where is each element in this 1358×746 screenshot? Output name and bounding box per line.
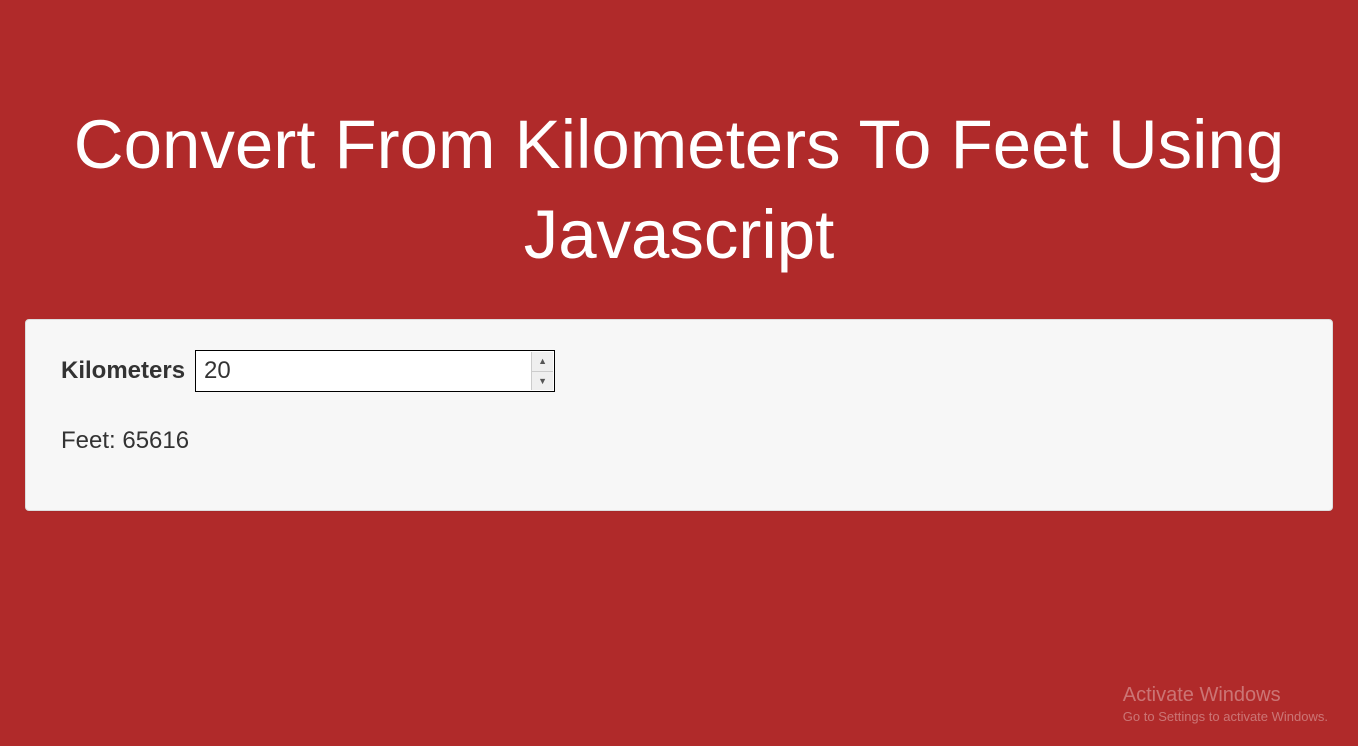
spinner-up-button[interactable]: ▲	[532, 352, 553, 372]
main-container: Convert From Kilometers To Feet Using Ja…	[0, 100, 1358, 511]
kilometers-input[interactable]	[196, 351, 554, 391]
spinner-down-button[interactable]: ▼	[532, 372, 553, 391]
number-spinner: ▲ ▼	[531, 352, 553, 390]
page-title: Convert From Kilometers To Feet Using Ja…	[25, 100, 1333, 279]
feet-value: 65616	[122, 427, 189, 454]
kilometers-input-wrap: ▲ ▼	[195, 350, 555, 392]
kilometers-row: Kilometers ▲ ▼	[61, 350, 1297, 392]
watermark-subtitle: Go to Settings to activate Windows.	[1123, 709, 1328, 724]
kilometers-label: Kilometers	[61, 357, 185, 385]
windows-activation-watermark: Activate Windows Go to Settings to activ…	[1123, 684, 1328, 724]
feet-result-row: Feet: 65616	[61, 427, 1297, 455]
converter-panel: Kilometers ▲ ▼ Feet: 65616	[25, 319, 1333, 511]
feet-label: Feet:	[61, 427, 122, 454]
watermark-title: Activate Windows	[1123, 684, 1328, 707]
